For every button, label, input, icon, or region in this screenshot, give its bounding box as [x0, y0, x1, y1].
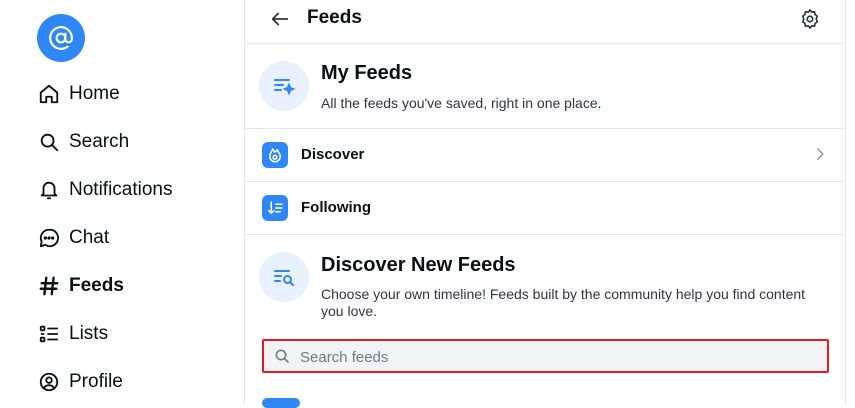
at-sign-icon: [49, 26, 73, 50]
back-button[interactable]: [267, 6, 293, 32]
sidebar-item-search[interactable]: Search: [38, 126, 129, 158]
sidebar-item-label: Lists: [69, 323, 109, 344]
home-icon: [38, 83, 60, 105]
sidebar-item-label: Notifications: [69, 179, 173, 200]
sidebar-item-feeds[interactable]: Feeds: [38, 270, 124, 302]
search-icon: [275, 349, 289, 363]
saved-feeds-icon: [259, 61, 309, 111]
discover-search-icon: [259, 252, 309, 302]
app-logo-avatar[interactable]: [37, 14, 85, 62]
page-header: Feeds: [245, 0, 845, 44]
discover-feed-icon: [262, 142, 288, 168]
my-feeds-description: All the feeds you've saved, right in one…: [321, 95, 602, 111]
chat-icon: [38, 227, 60, 249]
sidebar-item-chat[interactable]: Chat: [38, 222, 109, 254]
feed-label: Discover: [301, 146, 365, 163]
sidebar-item-label: Profile: [69, 371, 123, 392]
sidebar-item-label: Home: [69, 83, 120, 104]
sidebar-item-notifications[interactable]: Notifications: [38, 174, 173, 206]
feed-item-discover[interactable]: Discover: [245, 129, 845, 182]
settings-button[interactable]: [797, 6, 823, 32]
my-feeds-section: My Feeds All the feeds you've saved, rig…: [245, 44, 845, 129]
feed-result-avatar: [262, 398, 300, 408]
search-feeds-input[interactable]: [298, 341, 822, 373]
sidebar-item-lists[interactable]: Lists: [38, 318, 108, 350]
search-icon: [38, 131, 60, 153]
sidebar-item-label: Search: [69, 131, 130, 152]
left-sidebar: Home Search Notifications Chat Feeds Lis…: [0, 0, 244, 404]
bell-icon: [38, 179, 60, 201]
sidebar-item-label: Chat: [69, 227, 110, 248]
chevron-right-icon: [816, 148, 824, 160]
following-feed-icon: [262, 195, 288, 221]
sidebar-item-label: Feeds: [69, 275, 124, 296]
sidebar-item-profile[interactable]: Profile: [38, 366, 123, 398]
gear-icon: [801, 9, 819, 29]
feeds-panel: Feeds My Feeds All the feeds you've save…: [244, 0, 846, 408]
profile-icon: [38, 371, 60, 393]
my-feeds-title: My Feeds: [321, 62, 413, 84]
arrow-left-icon: [271, 12, 289, 26]
discover-new-feeds-description: Choose your own timeline! Feeds built by…: [321, 286, 806, 319]
feed-item-following[interactable]: Following: [245, 182, 845, 235]
discover-new-feeds-title: Discover New Feeds: [321, 254, 516, 276]
page-title: Feeds: [307, 7, 362, 28]
hash-icon: [38, 275, 60, 297]
list-icon: [38, 323, 60, 345]
sidebar-item-home[interactable]: Home: [38, 78, 120, 110]
search-feeds-box[interactable]: [262, 339, 829, 373]
feed-label: Following: [301, 199, 371, 216]
